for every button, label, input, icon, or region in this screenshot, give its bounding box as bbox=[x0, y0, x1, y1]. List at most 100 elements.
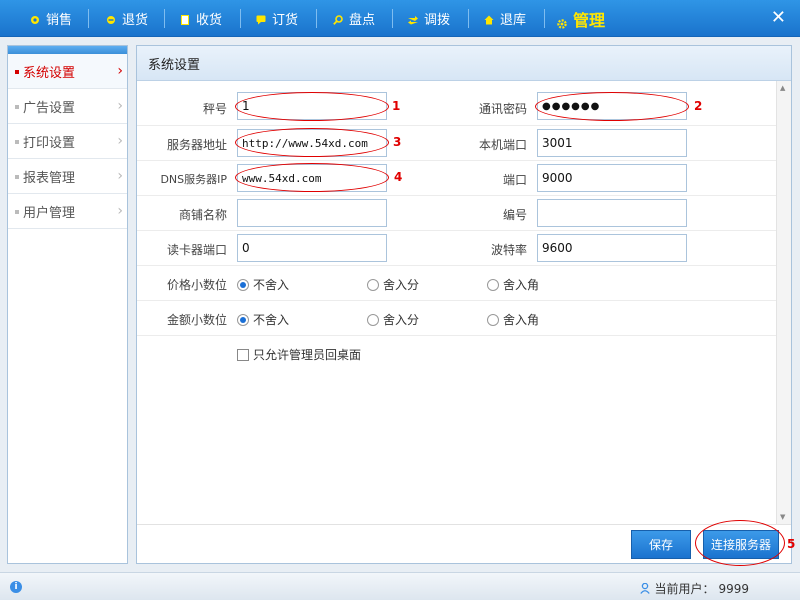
form-row: 商铺名称 编号 bbox=[137, 196, 776, 231]
server-address-label: 服务器地址 bbox=[166, 138, 227, 152]
radio-icon bbox=[487, 313, 499, 326]
code-input[interactable] bbox=[537, 199, 687, 227]
nav-divider bbox=[316, 9, 317, 28]
sidebar-item-report-management[interactable]: 报表管理 › bbox=[8, 159, 127, 194]
close-icon: ✕ bbox=[770, 7, 786, 28]
nav-label: 退货 bbox=[122, 13, 149, 28]
close-button[interactable]: ✕ bbox=[771, 9, 786, 27]
chevron-right-icon: › bbox=[117, 133, 123, 149]
nav-item-transfer[interactable]: 调拨 bbox=[408, 0, 450, 37]
scale-no-label: 秤号 bbox=[202, 102, 227, 116]
radio-label: 舍入角 bbox=[503, 278, 540, 292]
nav-item-order[interactable]: 订货 bbox=[256, 0, 298, 37]
nav-divider bbox=[468, 9, 469, 28]
checkbox-label: 只允许管理员回桌面 bbox=[253, 348, 362, 362]
price-decimal-option-none[interactable]: 不舍入 bbox=[237, 276, 289, 293]
nav-divider bbox=[164, 9, 165, 28]
form-row: 金额小数位 不舍入 舍入分 舍入角 bbox=[137, 301, 776, 336]
sidebar-header bbox=[8, 46, 127, 54]
current-user-label: 当前用户： bbox=[654, 582, 715, 596]
annotation-ellipse bbox=[695, 520, 785, 566]
nav-label: 调拨 bbox=[424, 13, 451, 28]
radio-icon bbox=[367, 278, 379, 291]
shop-name-label: 商铺名称 bbox=[178, 208, 227, 222]
radio-label: 舍入分 bbox=[383, 313, 420, 327]
bullet-icon bbox=[15, 175, 19, 179]
sidebar-item-print-settings[interactable]: 打印设置 › bbox=[8, 124, 127, 159]
chevron-right-icon: › bbox=[117, 98, 123, 114]
form-row: DNS服务器IP www.54xd.com 端口 9000 bbox=[137, 161, 776, 196]
radio-label: 舍入角 bbox=[503, 313, 540, 327]
annotation-ellipse bbox=[535, 92, 689, 121]
nav-item-sales[interactable]: 销售 bbox=[30, 0, 72, 37]
nav-item-return-stock[interactable]: 退库 bbox=[484, 0, 526, 37]
baud-rate-input[interactable]: 9600 bbox=[537, 234, 687, 262]
annotation-number: 2 bbox=[694, 99, 703, 113]
admin-only-desktop-checkbox[interactable]: 只允许管理员回桌面 bbox=[237, 346, 361, 363]
scroll-down-icon[interactable]: ▼ bbox=[780, 513, 785, 521]
amount-decimal-option-jiao[interactable]: 舍入角 bbox=[487, 311, 539, 328]
annotation-number: 5 bbox=[787, 537, 796, 551]
nav-label: 退库 bbox=[500, 13, 527, 28]
sidebar-item-system-settings[interactable]: 系统设置 › bbox=[8, 54, 127, 89]
chevron-right-icon: › bbox=[117, 168, 123, 184]
form-row: 服务器地址 http://www.54xd.com 本机端口 3001 bbox=[137, 126, 776, 161]
panel-title: 系统设置 bbox=[137, 46, 791, 81]
footer-divider bbox=[137, 524, 791, 525]
info-icon: i bbox=[10, 581, 22, 593]
sidebar: 系统设置 › 广告设置 › 打印设置 › 报表管理 › 用户管理 › bbox=[7, 45, 128, 564]
card-reader-port-input[interactable]: 0 bbox=[237, 234, 387, 262]
bullet-icon bbox=[15, 210, 19, 214]
annotation-ellipse bbox=[235, 128, 389, 157]
nav-item-stocktake[interactable]: 盘点 bbox=[333, 0, 375, 37]
annotation-number: 1 bbox=[392, 99, 401, 113]
card-reader-port-label: 读卡器端口 bbox=[166, 243, 227, 257]
radio-selected-icon bbox=[237, 313, 249, 326]
sidebar-item-label: 广告设置 bbox=[23, 100, 76, 116]
local-port-input[interactable]: 3001 bbox=[537, 129, 687, 157]
comm-password-label: 通讯密码 bbox=[478, 102, 527, 116]
annotation-number: 4 bbox=[394, 170, 403, 184]
scroll-up-icon[interactable]: ▲ bbox=[780, 84, 785, 92]
nav-divider bbox=[240, 9, 241, 28]
nav-divider bbox=[544, 9, 545, 28]
chat-icon bbox=[256, 14, 266, 24]
nav-divider bbox=[392, 9, 393, 28]
user-icon bbox=[640, 582, 651, 594]
save-button[interactable]: 保存 bbox=[631, 530, 691, 559]
form-row: 只允许管理员回桌面 bbox=[137, 336, 776, 371]
vertical-scrollbar[interactable]: ▲ ▼ bbox=[776, 81, 791, 524]
radio-label: 舍入分 bbox=[383, 278, 420, 292]
price-decimal-option-fen[interactable]: 舍入分 bbox=[367, 276, 419, 293]
amount-decimal-option-none[interactable]: 不舍入 bbox=[237, 311, 289, 328]
nav-label: 销售 bbox=[46, 13, 73, 28]
radio-icon bbox=[487, 278, 499, 291]
nav-item-receive[interactable]: 收货 bbox=[180, 0, 222, 37]
circle-icon bbox=[30, 14, 40, 24]
settings-form: 秤号 1 通讯密码 ●●●●●● 服务器地址 http://www.54xd.c… bbox=[137, 86, 776, 524]
nav-item-return[interactable]: 退货 bbox=[106, 0, 148, 37]
radio-selected-icon bbox=[237, 278, 249, 291]
sidebar-item-user-management[interactable]: 用户管理 › bbox=[8, 194, 127, 229]
local-port-label: 本机端口 bbox=[478, 138, 527, 152]
annotation-ellipse bbox=[235, 163, 389, 192]
chevron-right-icon: › bbox=[117, 63, 123, 79]
sidebar-item-ad-settings[interactable]: 广告设置 › bbox=[8, 89, 127, 124]
checkbox-icon bbox=[237, 348, 249, 361]
swap-arrows-icon bbox=[408, 14, 418, 24]
radio-label: 不舍入 bbox=[253, 278, 290, 292]
port-input[interactable]: 9000 bbox=[537, 164, 687, 192]
nav-label: 收货 bbox=[196, 13, 223, 28]
shop-name-input[interactable] bbox=[237, 199, 387, 227]
annotation-ellipse bbox=[235, 92, 389, 121]
sidebar-item-label: 用户管理 bbox=[23, 205, 76, 221]
form-row: 读卡器端口 0 波特率 9600 bbox=[137, 231, 776, 266]
code-label: 编号 bbox=[502, 208, 527, 222]
nav-item-manage[interactable]: 管理 bbox=[557, 0, 605, 37]
price-decimal-option-jiao[interactable]: 舍入角 bbox=[487, 276, 539, 293]
port-label: 端口 bbox=[502, 173, 527, 187]
sidebar-item-label: 系统设置 bbox=[23, 65, 76, 81]
top-nav-bar: 销售 退货 收货 订货 盘点 调拨 退库 管理 ✕ bbox=[0, 0, 800, 37]
amount-decimal-option-fen[interactable]: 舍入分 bbox=[367, 311, 419, 328]
sidebar-item-label: 打印设置 bbox=[23, 135, 76, 151]
